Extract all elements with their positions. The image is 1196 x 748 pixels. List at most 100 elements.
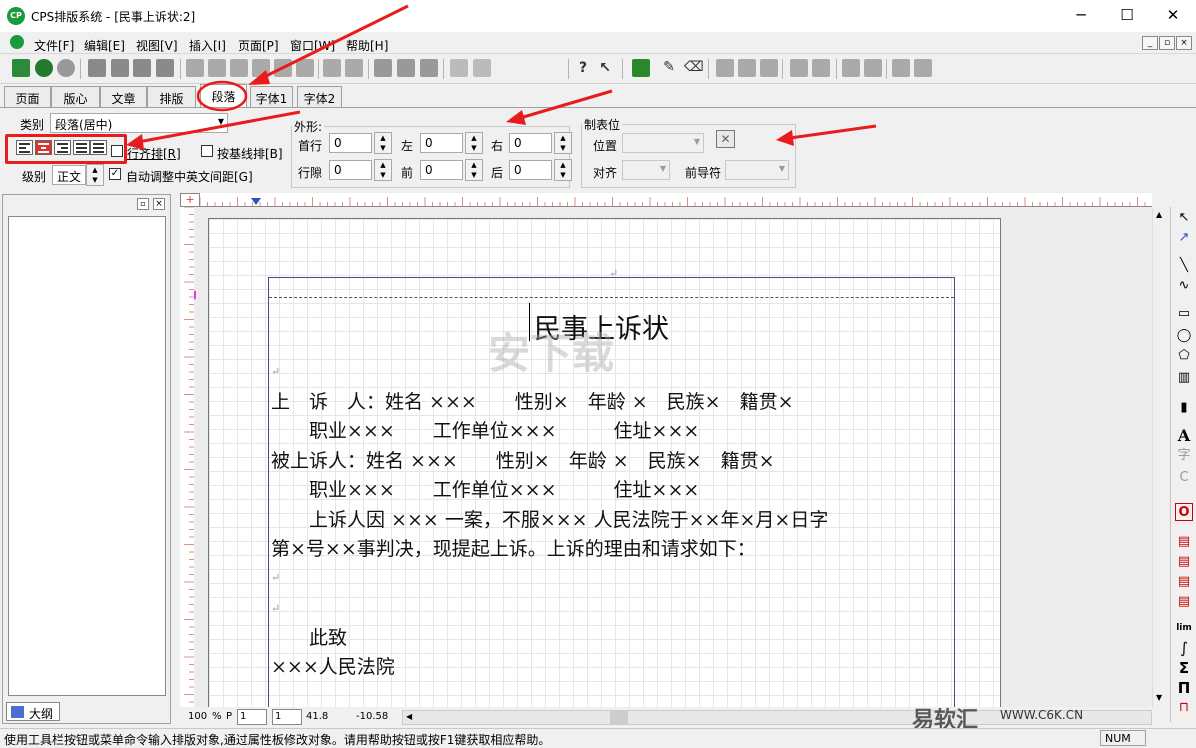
tab-paragraph[interactable]: 段落 xyxy=(200,84,247,108)
help-icon[interactable]: ? xyxy=(574,59,592,77)
mdi-close-button[interactable]: × xyxy=(1176,36,1192,50)
left-indent-input[interactable]: 0 xyxy=(420,133,463,153)
first-indent-marker-icon[interactable] xyxy=(251,198,261,205)
vspace-icon[interactable] xyxy=(397,59,415,77)
tab-delete-button[interactable]: ✕ xyxy=(716,130,735,148)
align-right-icon[interactable] xyxy=(230,59,248,77)
scroll-thumb[interactable] xyxy=(610,711,628,724)
menu-edit[interactable]: 编辑[E] xyxy=(84,37,125,54)
right-indent-spinner[interactable]: ▲ ▼ xyxy=(554,132,572,154)
maximize-button[interactable]: ☐ xyxy=(1104,0,1150,32)
vertical-ruler[interactable] xyxy=(180,207,194,707)
first-line-spinner[interactable]: ▲ ▼ xyxy=(374,132,392,154)
ellipse-icon[interactable]: ◯ xyxy=(1175,327,1193,345)
scroll-up-icon[interactable]: ▲ xyxy=(1156,210,1162,219)
polygon-icon[interactable]: ⬠ xyxy=(1175,347,1193,365)
shade-icon[interactable] xyxy=(914,59,932,77)
panel-pin-icon[interactable]: ▫ xyxy=(137,198,149,210)
same-width-icon[interactable] xyxy=(323,59,341,77)
eraser-icon[interactable]: ⌫ xyxy=(684,59,704,77)
tab-font2[interactable]: 字体2 xyxy=(297,86,342,107)
context-help-icon[interactable]: ↖ xyxy=(596,59,614,77)
right-indent-input[interactable]: 0 xyxy=(509,133,552,153)
backward-icon[interactable] xyxy=(156,59,174,77)
vertical-text-icon[interactable]: 字 xyxy=(1175,447,1193,465)
mdi-restore-button[interactable]: ▫ xyxy=(1159,36,1175,50)
rectangle-icon[interactable]: ▭ xyxy=(1175,305,1193,323)
align-bottom-icon[interactable] xyxy=(296,59,314,77)
close-button[interactable]: ✕ xyxy=(1150,0,1196,32)
page-input[interactable]: 1 xyxy=(237,709,267,725)
col-insert-icon[interactable] xyxy=(738,59,756,77)
tab-article[interactable]: 文章 xyxy=(100,86,147,107)
menu-help[interactable]: 帮助[H] xyxy=(346,37,388,54)
row-delete-icon[interactable] xyxy=(790,59,808,77)
split-v-icon[interactable] xyxy=(864,59,882,77)
tab-align-select[interactable]: ▼ xyxy=(622,160,670,180)
menu-insert[interactable]: 插入[I] xyxy=(189,37,226,54)
sum-icon[interactable]: Σ xyxy=(1175,659,1193,677)
limit-icon[interactable]: lim xyxy=(1175,619,1193,637)
back-icon[interactable] xyxy=(111,59,129,77)
menu-window[interactable]: 窗口[W] xyxy=(290,37,335,54)
tab-leader-select[interactable]: ▼ xyxy=(725,160,789,180)
space-before-input[interactable]: 0 xyxy=(420,160,463,180)
align-left-icon[interactable] xyxy=(186,59,204,77)
line-align-checkbox[interactable] xyxy=(111,145,123,157)
integral-icon[interactable]: ∫ xyxy=(1175,639,1193,657)
category-select[interactable]: 段落(居中) ▼ xyxy=(50,113,228,133)
zoom-value[interactable]: 100 xyxy=(188,711,207,722)
text-icon[interactable]: A xyxy=(1175,427,1193,445)
outline-tab[interactable]: 大纲 xyxy=(6,702,60,721)
scroll-left-icon[interactable]: ◀ xyxy=(406,712,412,721)
document-canvas[interactable]: ↵ 民事上诉状 ↵ 上 诉 人：姓名 ××× 性别× 年龄 × 民族× 籍贯× … xyxy=(196,207,1170,707)
tab-layout[interactable]: 排版 xyxy=(147,86,196,107)
space-after-input[interactable]: 0 xyxy=(509,160,552,180)
frame-d-icon[interactable]: ▤ xyxy=(1175,593,1193,611)
outline-tree[interactable] xyxy=(8,216,166,696)
node-edit-icon[interactable]: ↗ xyxy=(1175,229,1193,247)
level-field[interactable]: 正文 xyxy=(52,165,86,185)
baseline-checkbox[interactable] xyxy=(201,145,213,157)
ungroup-icon[interactable] xyxy=(473,59,491,77)
minimize-button[interactable]: ─ xyxy=(1058,0,1104,32)
curve-icon[interactable]: ∿ xyxy=(1175,277,1193,295)
tab-type-area[interactable]: 版心 xyxy=(51,86,100,107)
size-icon[interactable] xyxy=(420,59,438,77)
panel-close-icon[interactable]: × xyxy=(153,198,165,210)
scroll-down-icon[interactable]: ▼ xyxy=(1156,693,1162,702)
menu-view[interactable]: 视图[V] xyxy=(136,37,178,54)
select-tool-icon[interactable] xyxy=(12,59,30,77)
ruler-origin-icon[interactable]: + xyxy=(180,193,200,207)
left-indent-spinner[interactable]: ▲ ▼ xyxy=(465,132,483,154)
align-top-icon[interactable] xyxy=(252,59,270,77)
space-before-spinner[interactable]: ▲ ▼ xyxy=(465,159,483,181)
tab-font1[interactable]: 字体1 xyxy=(250,86,293,107)
mdi-minimize-button[interactable]: _ xyxy=(1142,36,1158,50)
frame-b-icon[interactable]: ▤ xyxy=(1175,553,1193,571)
first-line-input[interactable]: 0 xyxy=(329,133,372,153)
cell-merge-icon[interactable] xyxy=(760,59,778,77)
barcode-icon[interactable]: ▮ xyxy=(1175,399,1193,417)
hatch-icon[interactable]: ▥ xyxy=(1175,369,1193,387)
vertical-scrollbar[interactable]: ▲ ▼ xyxy=(1152,207,1169,707)
front-icon[interactable] xyxy=(88,59,106,77)
align-center-icon[interactable] xyxy=(208,59,226,77)
border-icon[interactable] xyxy=(892,59,910,77)
table-icon[interactable] xyxy=(632,59,650,77)
split-h-icon[interactable] xyxy=(842,59,860,77)
same-height-icon[interactable] xyxy=(345,59,363,77)
menu-file[interactable]: 文件[F] xyxy=(34,37,74,54)
group-icon[interactable] xyxy=(450,59,468,77)
product-icon[interactable]: Π xyxy=(1175,679,1193,697)
forward-icon[interactable] xyxy=(133,59,151,77)
line-gap-input[interactable]: 0 xyxy=(329,160,372,180)
line-icon[interactable]: ╲ xyxy=(1175,257,1193,275)
pointer-icon[interactable]: ↖ xyxy=(1175,209,1193,227)
matrix-icon[interactable]: ⊓ xyxy=(1175,699,1193,717)
pen-icon[interactable]: ✎ xyxy=(660,59,678,77)
col-delete-icon[interactable] xyxy=(812,59,830,77)
row-insert-icon[interactable] xyxy=(716,59,734,77)
refresh-icon[interactable]: C xyxy=(1175,469,1193,487)
menu-page[interactable]: 页面[P] xyxy=(238,37,279,54)
